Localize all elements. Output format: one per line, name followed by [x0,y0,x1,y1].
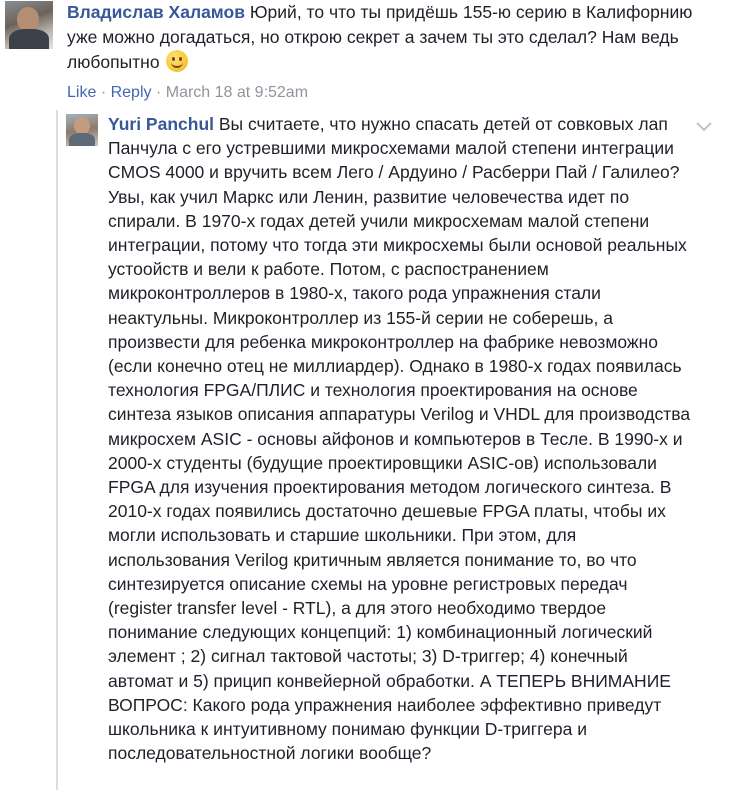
avatar-head [74,117,90,134]
comment-text: Вы считаете, что нужно спасать детей от … [108,114,691,764]
author-link[interactable]: Владислав Халамов [67,2,245,22]
separator: · [100,84,107,101]
avatar[interactable] [66,114,98,146]
comment-actions: Like · Reply · March 18 at 9:52am [67,82,308,104]
reply-link[interactable]: Reply [111,84,152,101]
avatar-body [69,133,95,146]
comment-yuri: Yuri Panchul Вы считаете, что нужно спас… [0,110,730,790]
comment-body: Yuri Panchul Вы считаете, что нужно спас… [108,112,696,765]
avatar-body [9,29,49,49]
smiley-emoji-icon [166,50,189,72]
like-link[interactable]: Like [67,84,96,101]
timestamp[interactable]: March 18 at 9:52am [166,84,308,101]
avatar[interactable] [5,1,53,49]
comment-body: Владислав Халамов Юрий, то что ты придёш… [67,0,727,75]
comment-vladislav: Владислав Халамов Юрий, то что ты придёш… [0,0,730,108]
author-link[interactable]: Yuri Panchul [108,114,214,134]
chevron-down-icon[interactable] [695,121,713,133]
avatar-head [17,7,39,31]
separator: · [155,84,162,101]
